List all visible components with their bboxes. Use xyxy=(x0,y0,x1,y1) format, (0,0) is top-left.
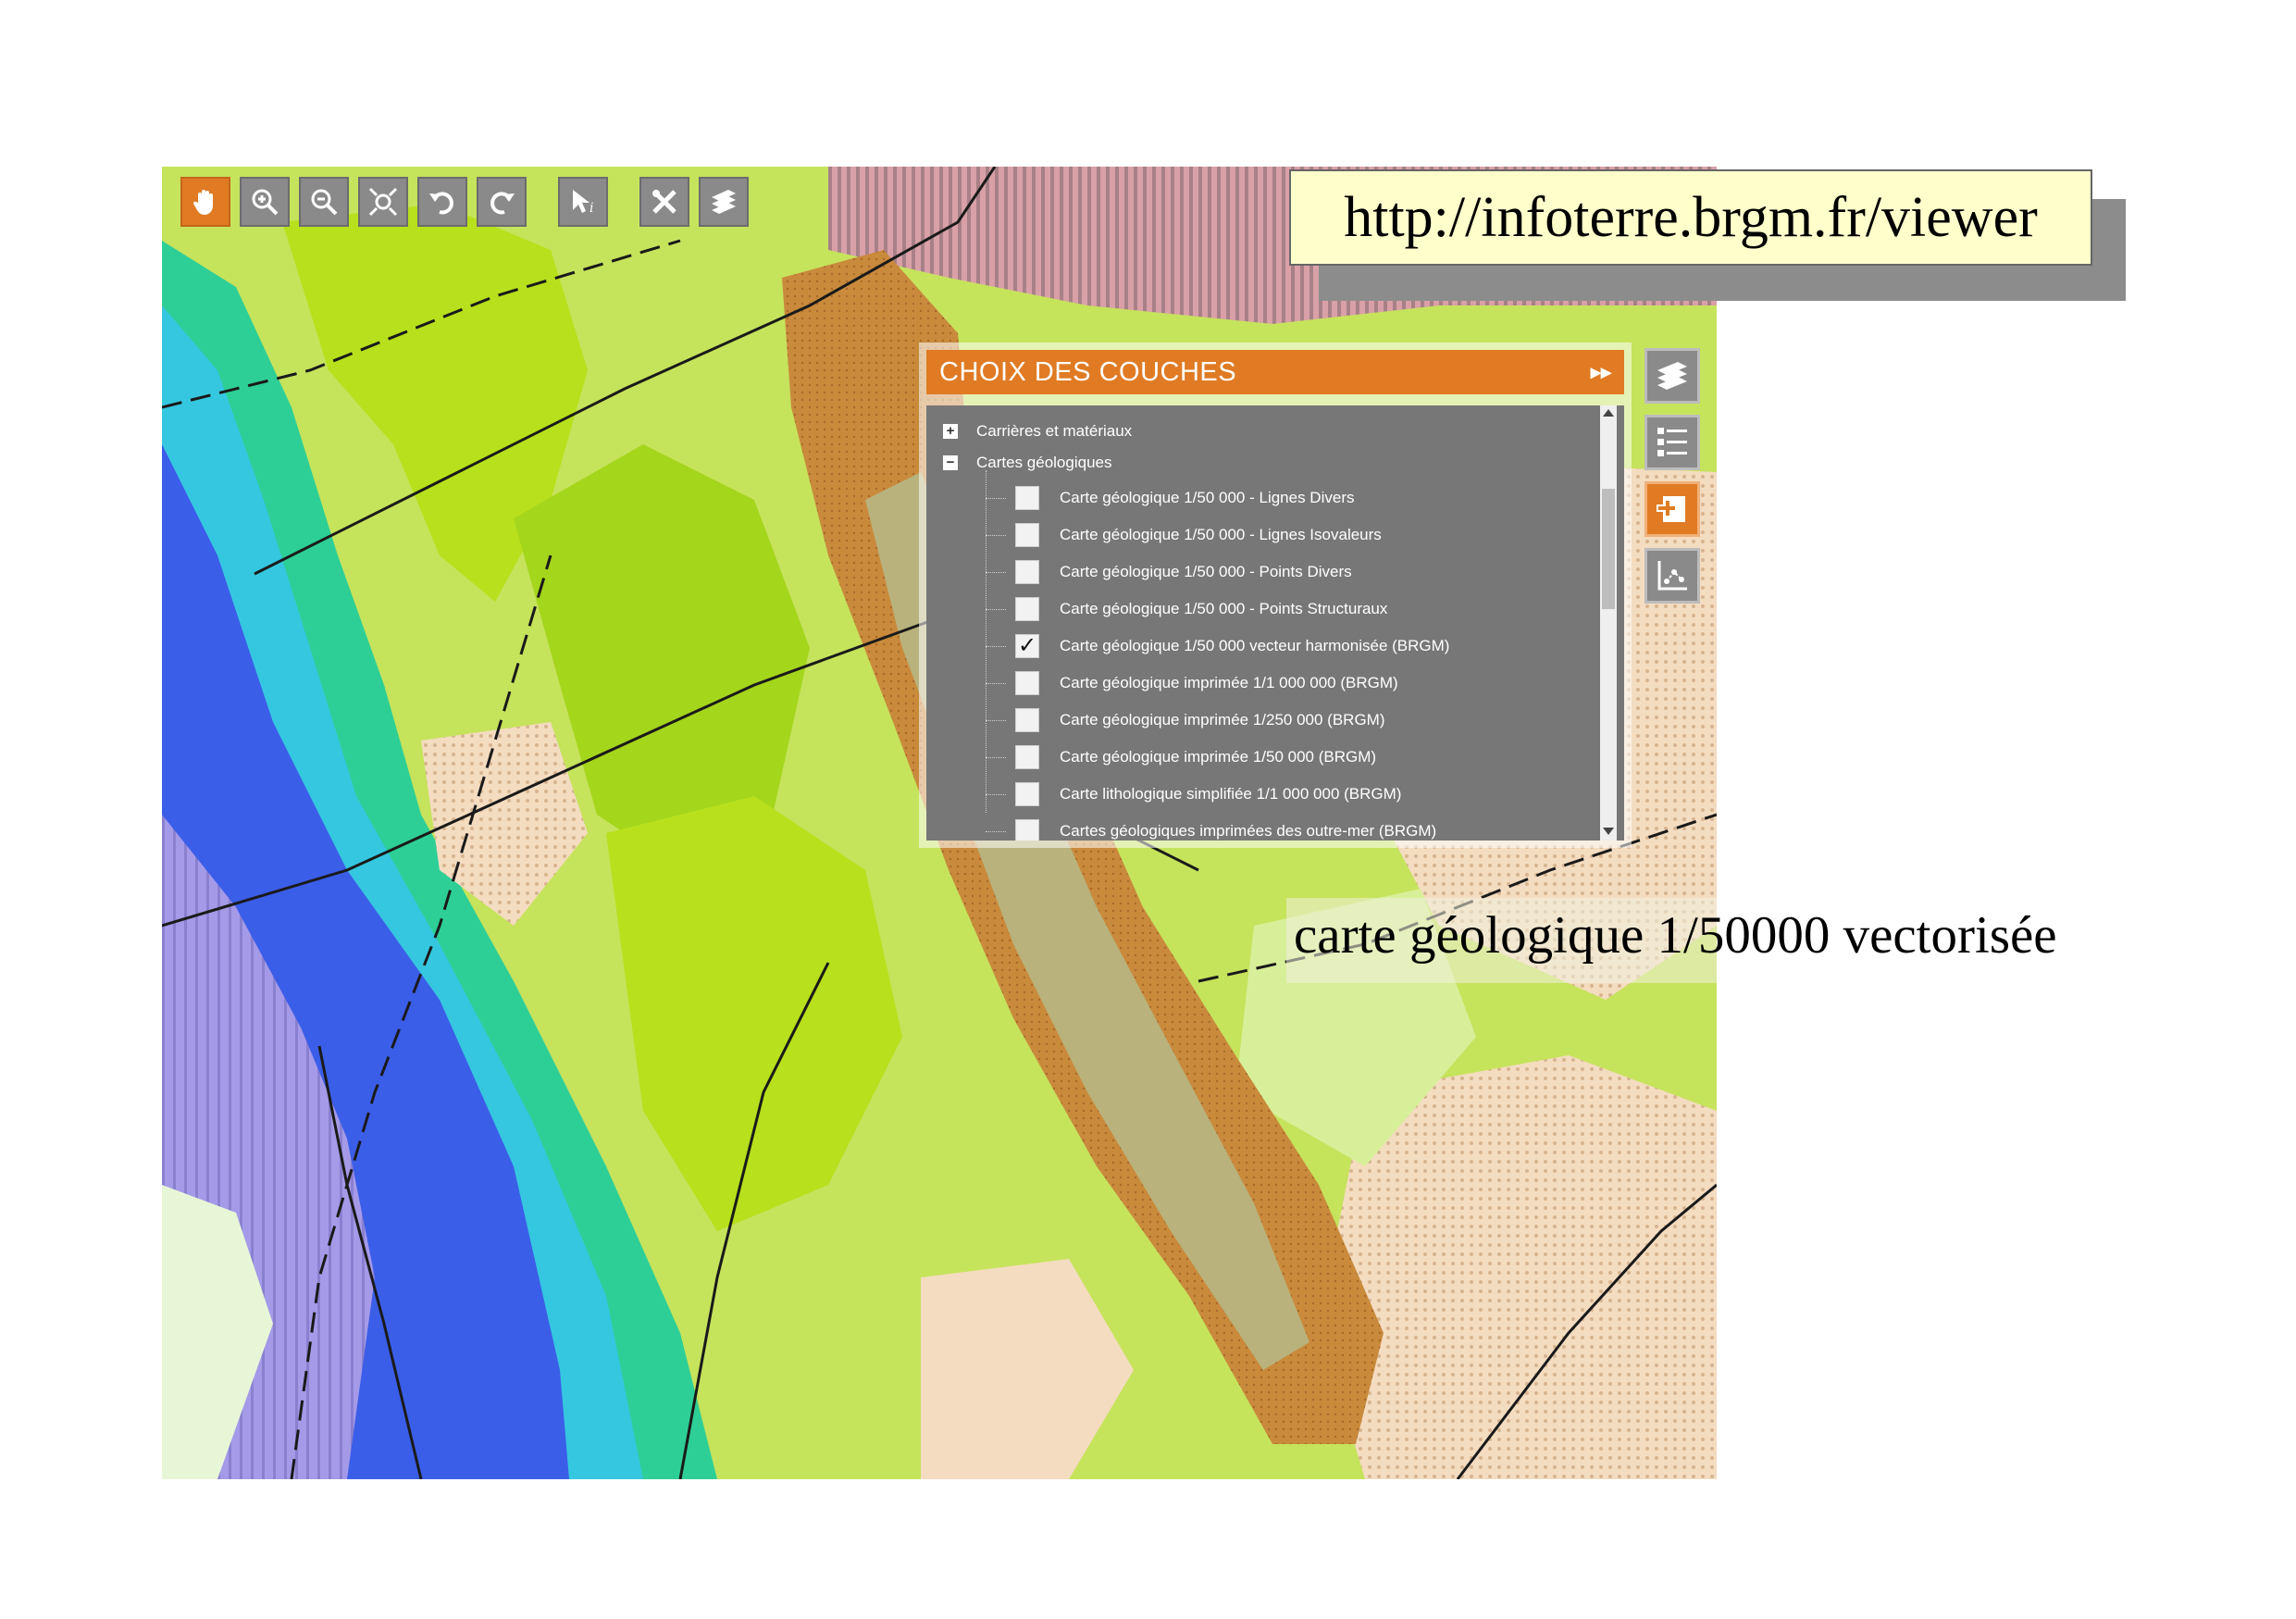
redo-button[interactable] xyxy=(477,177,527,227)
info-pointer-button[interactable]: i xyxy=(558,177,608,227)
scrollbar[interactable] xyxy=(1600,405,1617,841)
layer-item[interactable]: Carte lithologique simplifiée 1/1 000 00… xyxy=(986,776,1401,813)
layer-item[interactable]: ✓ Carte géologique 1/50 000 vecteur harmo… xyxy=(986,628,1449,665)
layer-label: Carte géologique 1/50 000 - Lignes Isova… xyxy=(1060,526,1382,543)
undo-icon xyxy=(429,192,453,215)
expand-icon[interactable]: + xyxy=(943,424,958,439)
geology-map[interactable]: i CHOIX DES COUCHES ▸▸ + Carrières et ma… xyxy=(162,167,1717,1479)
layer-group-label: Carrières et matériaux xyxy=(976,422,1133,440)
layers-stack-button[interactable] xyxy=(1644,348,1700,404)
layer-checkbox[interactable] xyxy=(1015,486,1039,510)
layer-label: Carte géologique imprimée 1/50 000 (BRGM… xyxy=(1060,748,1377,766)
layer-checkbox[interactable] xyxy=(1015,597,1039,621)
layer-label: Carte géologique imprimée 1/1 000 000 (B… xyxy=(1060,674,1398,691)
layer-group-label: Cartes géologiques xyxy=(976,454,1112,471)
collapse-panel-icon[interactable]: ▸▸ xyxy=(1591,360,1611,384)
layer-checkbox[interactable] xyxy=(1015,560,1039,584)
url-text: http://infoterre.brgm.fr/viewer xyxy=(1344,185,2038,249)
tools-button[interactable] xyxy=(639,177,689,227)
zoom-out-icon xyxy=(311,189,338,216)
layer-label: Carte géologique 1/50 000 - Points Struc… xyxy=(1060,600,1388,617)
layer-tree: + Carrières et matériaux − Cartes géolog… xyxy=(926,405,1624,841)
layer-checkbox[interactable] xyxy=(1015,708,1039,732)
layer-checkbox[interactable] xyxy=(1015,782,1039,806)
layer-checkbox[interactable] xyxy=(1015,671,1039,695)
info-pointer-icon: i xyxy=(573,190,593,216)
measure-icon xyxy=(1657,561,1687,591)
legend-list-button[interactable] xyxy=(1644,415,1700,470)
tools-icon xyxy=(652,190,676,214)
zoom-in-button[interactable] xyxy=(240,177,290,227)
layer-group-cartes-geologiques[interactable]: − Cartes géologiques xyxy=(943,444,1111,481)
layer-checkbox-checked[interactable]: ✓ xyxy=(1015,634,1039,658)
layer-chooser-panel: CHOIX DES COUCHES ▸▸ + Carrières et maté… xyxy=(919,342,1632,848)
scroll-up-icon[interactable] xyxy=(1603,409,1614,417)
layer-item[interactable]: Carte géologique imprimée 1/50 000 (BRGM… xyxy=(986,739,1376,776)
layer-item[interactable]: Carte géologique imprimée 1/250 000 (BRG… xyxy=(986,702,1385,739)
layers-button[interactable] xyxy=(699,177,749,227)
layer-item[interactable]: Carte géologique 1/50 000 - Lignes Diver… xyxy=(986,479,1354,517)
panel-header: CHOIX DES COUCHES ▸▸ xyxy=(926,350,1624,394)
layer-label: Carte géologique 1/50 000 vecteur harmon… xyxy=(1060,637,1450,654)
redo-icon xyxy=(490,192,515,215)
layer-label: Cartes géologiques imprimées des outre-m… xyxy=(1060,822,1437,840)
url-callout: http://infoterre.brgm.fr/viewer xyxy=(1289,169,2092,266)
add-layer-button[interactable] xyxy=(1644,481,1700,537)
layer-checkbox[interactable] xyxy=(1015,745,1039,769)
layer-checkbox[interactable] xyxy=(1015,819,1039,841)
layer-item[interactable]: Cartes géologiques imprimées des outre-m… xyxy=(986,813,1436,841)
layer-item[interactable]: Carte géologique 1/50 000 - Points Diver… xyxy=(986,554,1352,591)
collapse-icon[interactable]: − xyxy=(943,455,958,470)
layer-item[interactable]: Carte géologique imprimée 1/1 000 000 (B… xyxy=(986,665,1398,702)
layer-label: Carte lithologique simplifiée 1/1 000 00… xyxy=(1060,785,1402,803)
layer-item[interactable]: Carte géologique 1/50 000 - Points Struc… xyxy=(986,591,1387,628)
layer-checkbox[interactable] xyxy=(1015,523,1039,547)
layers-stack-icon xyxy=(1657,362,1687,390)
zoom-extent-icon xyxy=(368,187,398,217)
map-toolbar: i xyxy=(180,176,749,228)
add-layer-icon xyxy=(1657,496,1685,522)
undo-button[interactable] xyxy=(417,177,467,227)
layer-label: Carte géologique 1/50 000 - Points Diver… xyxy=(1060,563,1352,580)
zoom-extent-button[interactable] xyxy=(358,177,408,227)
zoom-out-button[interactable] xyxy=(299,177,349,227)
scroll-thumb[interactable] xyxy=(1602,489,1615,609)
pan-hand-button[interactable] xyxy=(180,177,230,227)
pan-hand-icon xyxy=(192,190,213,215)
svg-text:i: i xyxy=(590,201,593,216)
layer-label: Carte géologique imprimée 1/250 000 (BRG… xyxy=(1060,711,1385,729)
layer-label: Carte géologique 1/50 000 - Lignes Diver… xyxy=(1060,489,1355,506)
side-toolbar xyxy=(1644,348,1700,604)
zoom-in-icon xyxy=(252,189,279,216)
layers-icon xyxy=(712,190,736,214)
layer-item[interactable]: Carte géologique 1/50 000 - Lignes Isova… xyxy=(986,517,1382,554)
measure-button[interactable] xyxy=(1644,548,1700,604)
scroll-down-icon[interactable] xyxy=(1603,828,1614,835)
map-caption: carte géologique 1/50000 vectorisée xyxy=(1294,906,2057,965)
legend-list-icon xyxy=(1657,428,1687,456)
panel-title: CHOIX DES COUCHES xyxy=(939,356,1237,387)
